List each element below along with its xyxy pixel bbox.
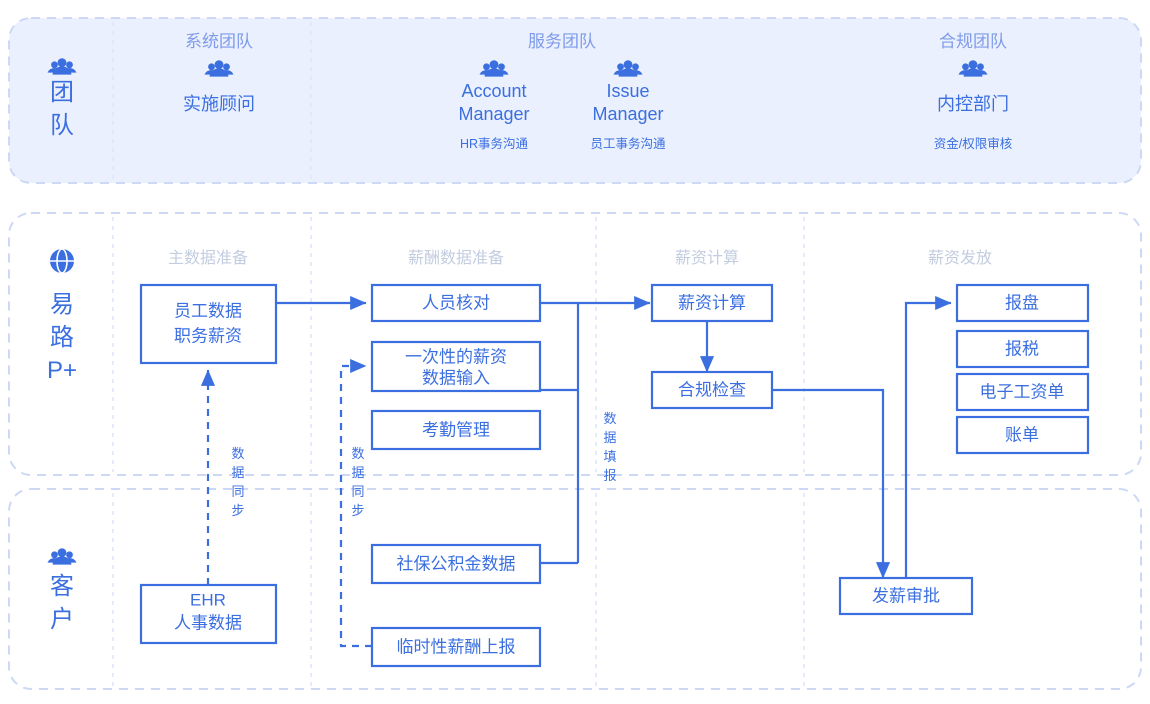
team-sub-internal-control: 资金/权限审核 [934,136,1013,151]
stage-label-payroll-data: 薪酬数据准备 [408,249,504,267]
stage-label-payroll-issue: 薪资发放 [928,249,992,267]
node-label-line: 职务薪资 [174,326,242,345]
lane-label-yilu-line1: 易 [50,291,74,318]
lane-label-yilu-line2: 路 [50,324,74,351]
edge-label-char: 步 [231,503,244,518]
node-temp-pay-report[interactable]: 临时性薪酬上报 [370,626,542,668]
edge-label-char: 步 [351,503,364,518]
team-role-account-manager-line1: Account [461,81,526,101]
lane-header-customer: 客 户 [47,548,77,633]
payroll-process-diagram: 团 队 系统团队 实施顾问 服务团队 Account Manager HR事务沟… [8,17,1142,690]
team-heading-compliance: 合规团队 [939,32,1007,51]
team-sub-account-manager: HR事务沟通 [460,136,529,151]
edge-label-char: 据 [351,465,364,480]
lane-label-customer-line1: 客 [50,573,74,600]
lane-header-team: 团 队 [47,58,77,139]
node-e-payslip[interactable]: 电子工资单 [955,372,1090,412]
node-label-line: 薪资计算 [678,293,746,312]
node-label-line: 考勤管理 [422,420,490,439]
node-payroll-calculation[interactable]: 薪资计算 [650,283,774,323]
edge-label-char: 据 [231,465,244,480]
node-bank-file[interactable]: 报盘 [955,283,1090,323]
lane-label-yilu-line3: P+ [47,357,77,384]
team-role-issue-manager-line2: Manager [592,104,663,124]
edge-label-char: 报 [603,468,616,483]
globe-icon [50,248,74,274]
edge-label-char: 据 [603,430,616,445]
node-label-line: 电子工资单 [980,382,1065,401]
node-label-line: 数据输入 [422,368,490,387]
node-label-line: 社保公积金数据 [397,554,516,573]
lane-label-team-line2: 队 [50,112,74,139]
edge-label-char: 填 [603,449,616,464]
node-staff-check[interactable]: 人员核对 [370,283,542,323]
node-label-line: EHR [190,590,226,609]
node-employee-data[interactable]: 员工数据 职务薪资 [139,283,278,365]
team-role-system: 实施顾问 [183,94,255,114]
node-compliance-check[interactable]: 合规检查 [650,370,774,410]
node-label-line: 人事数据 [174,613,242,632]
node-onetime-payroll-input[interactable]: 一次性的薪资 数据输入 [370,340,542,393]
stage-label-master-data: 主数据准备 [168,249,248,267]
lane-label-customer-line2: 户 [50,606,74,633]
node-label-line: 账单 [1005,425,1039,444]
node-label-line: 人员核对 [422,293,490,312]
edge-label-char: 同 [351,484,364,499]
node-billing[interactable]: 账单 [955,415,1090,455]
node-pay-approval[interactable]: 发薪审批 [838,576,974,616]
lane-label-team-line1: 团 [50,79,74,106]
node-label-line: 一次性的薪资 [405,347,507,366]
node-label-line: 报税 [1005,339,1039,358]
node-tax-filing[interactable]: 报税 [955,329,1090,369]
edge-label-char: 同 [231,484,244,499]
team-heading-system: 系统团队 [185,32,253,51]
node-label-line: 报盘 [1005,293,1039,312]
stage-label-payroll-calc: 薪资计算 [675,248,739,267]
edge-label-char: 数 [351,446,364,461]
team-role-internal-control: 内控部门 [937,94,1009,114]
edge-label-char: 数 [603,411,616,426]
node-label-line: 合规检查 [678,380,746,399]
edge-label-sync-mid: 数 据 同 步 [351,446,364,518]
node-attendance[interactable]: 考勤管理 [370,409,542,451]
team-role-account-manager-line2: Manager [458,104,529,124]
team-sub-issue-manager: 员工事务沟通 [590,136,666,151]
edge-label-char: 数 [231,446,244,461]
node-label-line: 发薪审批 [872,586,940,605]
team-role-issue-manager-line1: Issue [606,81,649,101]
node-social-fund-data[interactable]: 社保公积金数据 [370,543,542,585]
team-heading-service: 服务团队 [528,32,596,51]
diagram-canvas: 团 队 系统团队 实施顾问 服务团队 Account Manager HR事务沟… [0,0,1150,704]
node-label-line: 员工数据 [174,301,242,320]
node-label-line: 临时性薪酬上报 [397,637,516,656]
edge-label-sync-left: 数 据 同 步 [231,446,244,518]
node-ehr[interactable]: EHR 人事数据 [139,583,278,645]
